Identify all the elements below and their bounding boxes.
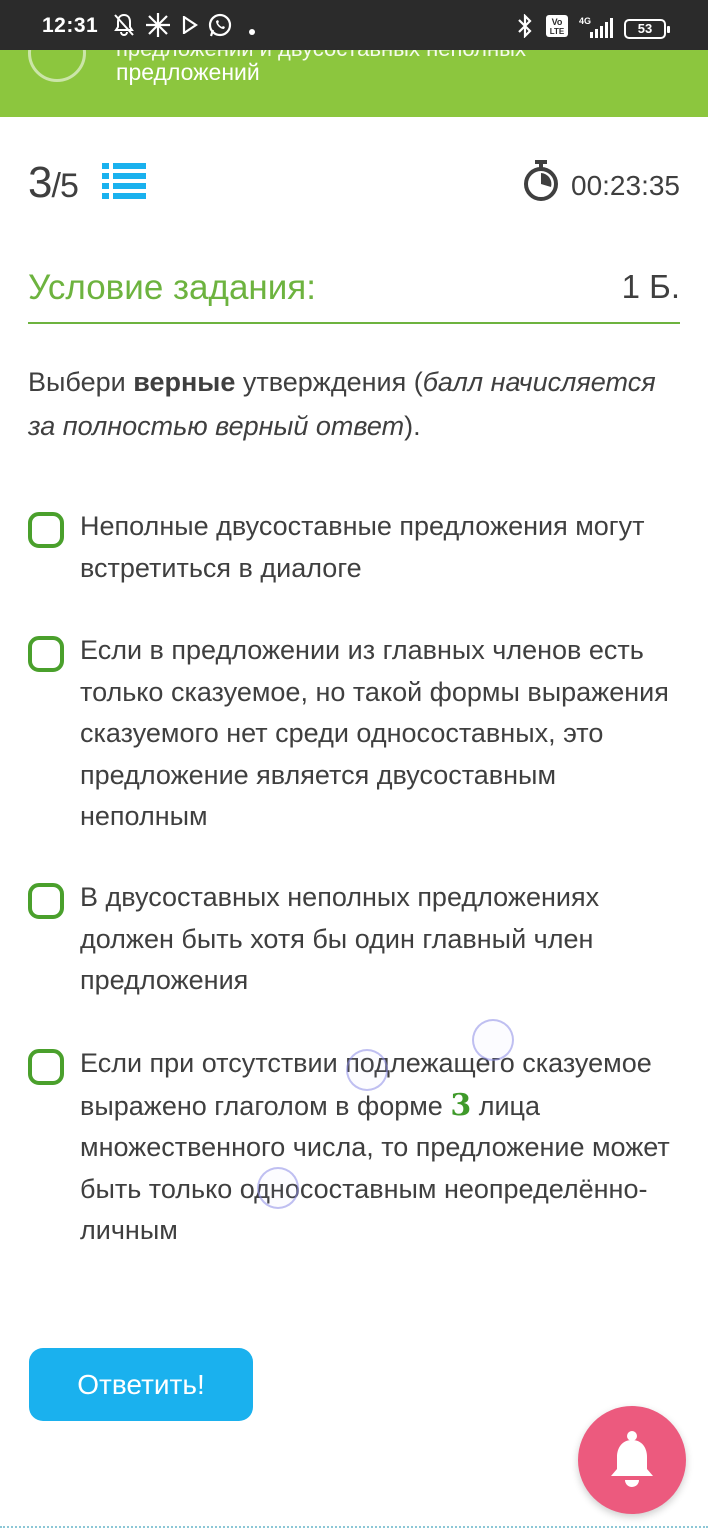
- dot-icon: [249, 22, 255, 40]
- question-progress: 3/5: [28, 158, 79, 208]
- lesson-header: предложений и двусоставных неполных пред…: [0, 50, 708, 117]
- submit-answer-button[interactable]: Ответить!: [29, 1348, 253, 1421]
- task-condition-title: Условие задания:: [28, 268, 316, 307]
- task-points: 1 Б.: [621, 268, 680, 305]
- muted-bell-icon: [112, 12, 136, 43]
- svg-text:Vo: Vo: [552, 17, 563, 27]
- option-checkbox[interactable]: [28, 883, 64, 919]
- status-bar: 12:31 Vo LTE 4G 53: [0, 0, 708, 50]
- progress-current: 3: [28, 158, 53, 207]
- touch-indicator: [257, 1167, 299, 1209]
- question-bold: верные: [133, 367, 236, 397]
- option-label: Если в предложении из главных членов ест…: [80, 635, 669, 831]
- header-title-line2: предложений: [116, 59, 260, 85]
- option-checkbox[interactable]: [28, 636, 64, 672]
- volte-icon: Vo LTE: [545, 14, 569, 43]
- svg-text:4G: 4G: [579, 16, 591, 26]
- whatsapp-icon: [207, 12, 233, 43]
- stopwatch-icon: [522, 160, 560, 202]
- status-time: 12:31: [42, 14, 99, 37]
- question-part1: Выбери: [28, 367, 134, 397]
- signal-icon: 4G: [576, 16, 616, 45]
- notification-bell-button[interactable]: [578, 1406, 686, 1514]
- bluetooth-icon: [516, 13, 534, 43]
- option-label: Неполные двусоставные предложения могут …: [80, 511, 645, 583]
- battery-indicator: 53: [624, 19, 670, 39]
- option-checkbox[interactable]: [28, 512, 64, 548]
- divider: [28, 322, 680, 324]
- play-store-icon: [182, 14, 198, 39]
- question-text: Выбери верные утверждения (балл начисляе…: [28, 360, 680, 448]
- question-part2: утверждения (: [235, 367, 423, 397]
- bell-icon: [611, 1431, 653, 1487]
- option-label: В двусоставных неполных предложениях дол…: [80, 882, 600, 995]
- option-number: 3: [450, 1087, 472, 1123]
- bottom-divider: [0, 1526, 708, 1528]
- progress-slash: /: [51, 167, 61, 205]
- svg-text:LTE: LTE: [550, 27, 565, 36]
- question-part3: ).: [404, 411, 421, 441]
- sparkle-icon: [145, 12, 171, 43]
- progress-total: 5: [59, 167, 79, 205]
- question-list-icon[interactable]: [102, 163, 146, 199]
- back-button[interactable]: [28, 50, 86, 82]
- touch-indicator: [472, 1019, 514, 1061]
- timer-value: 00:23:35: [571, 170, 680, 201]
- option-checkbox[interactable]: [28, 1049, 64, 1085]
- touch-indicator: [346, 1049, 388, 1091]
